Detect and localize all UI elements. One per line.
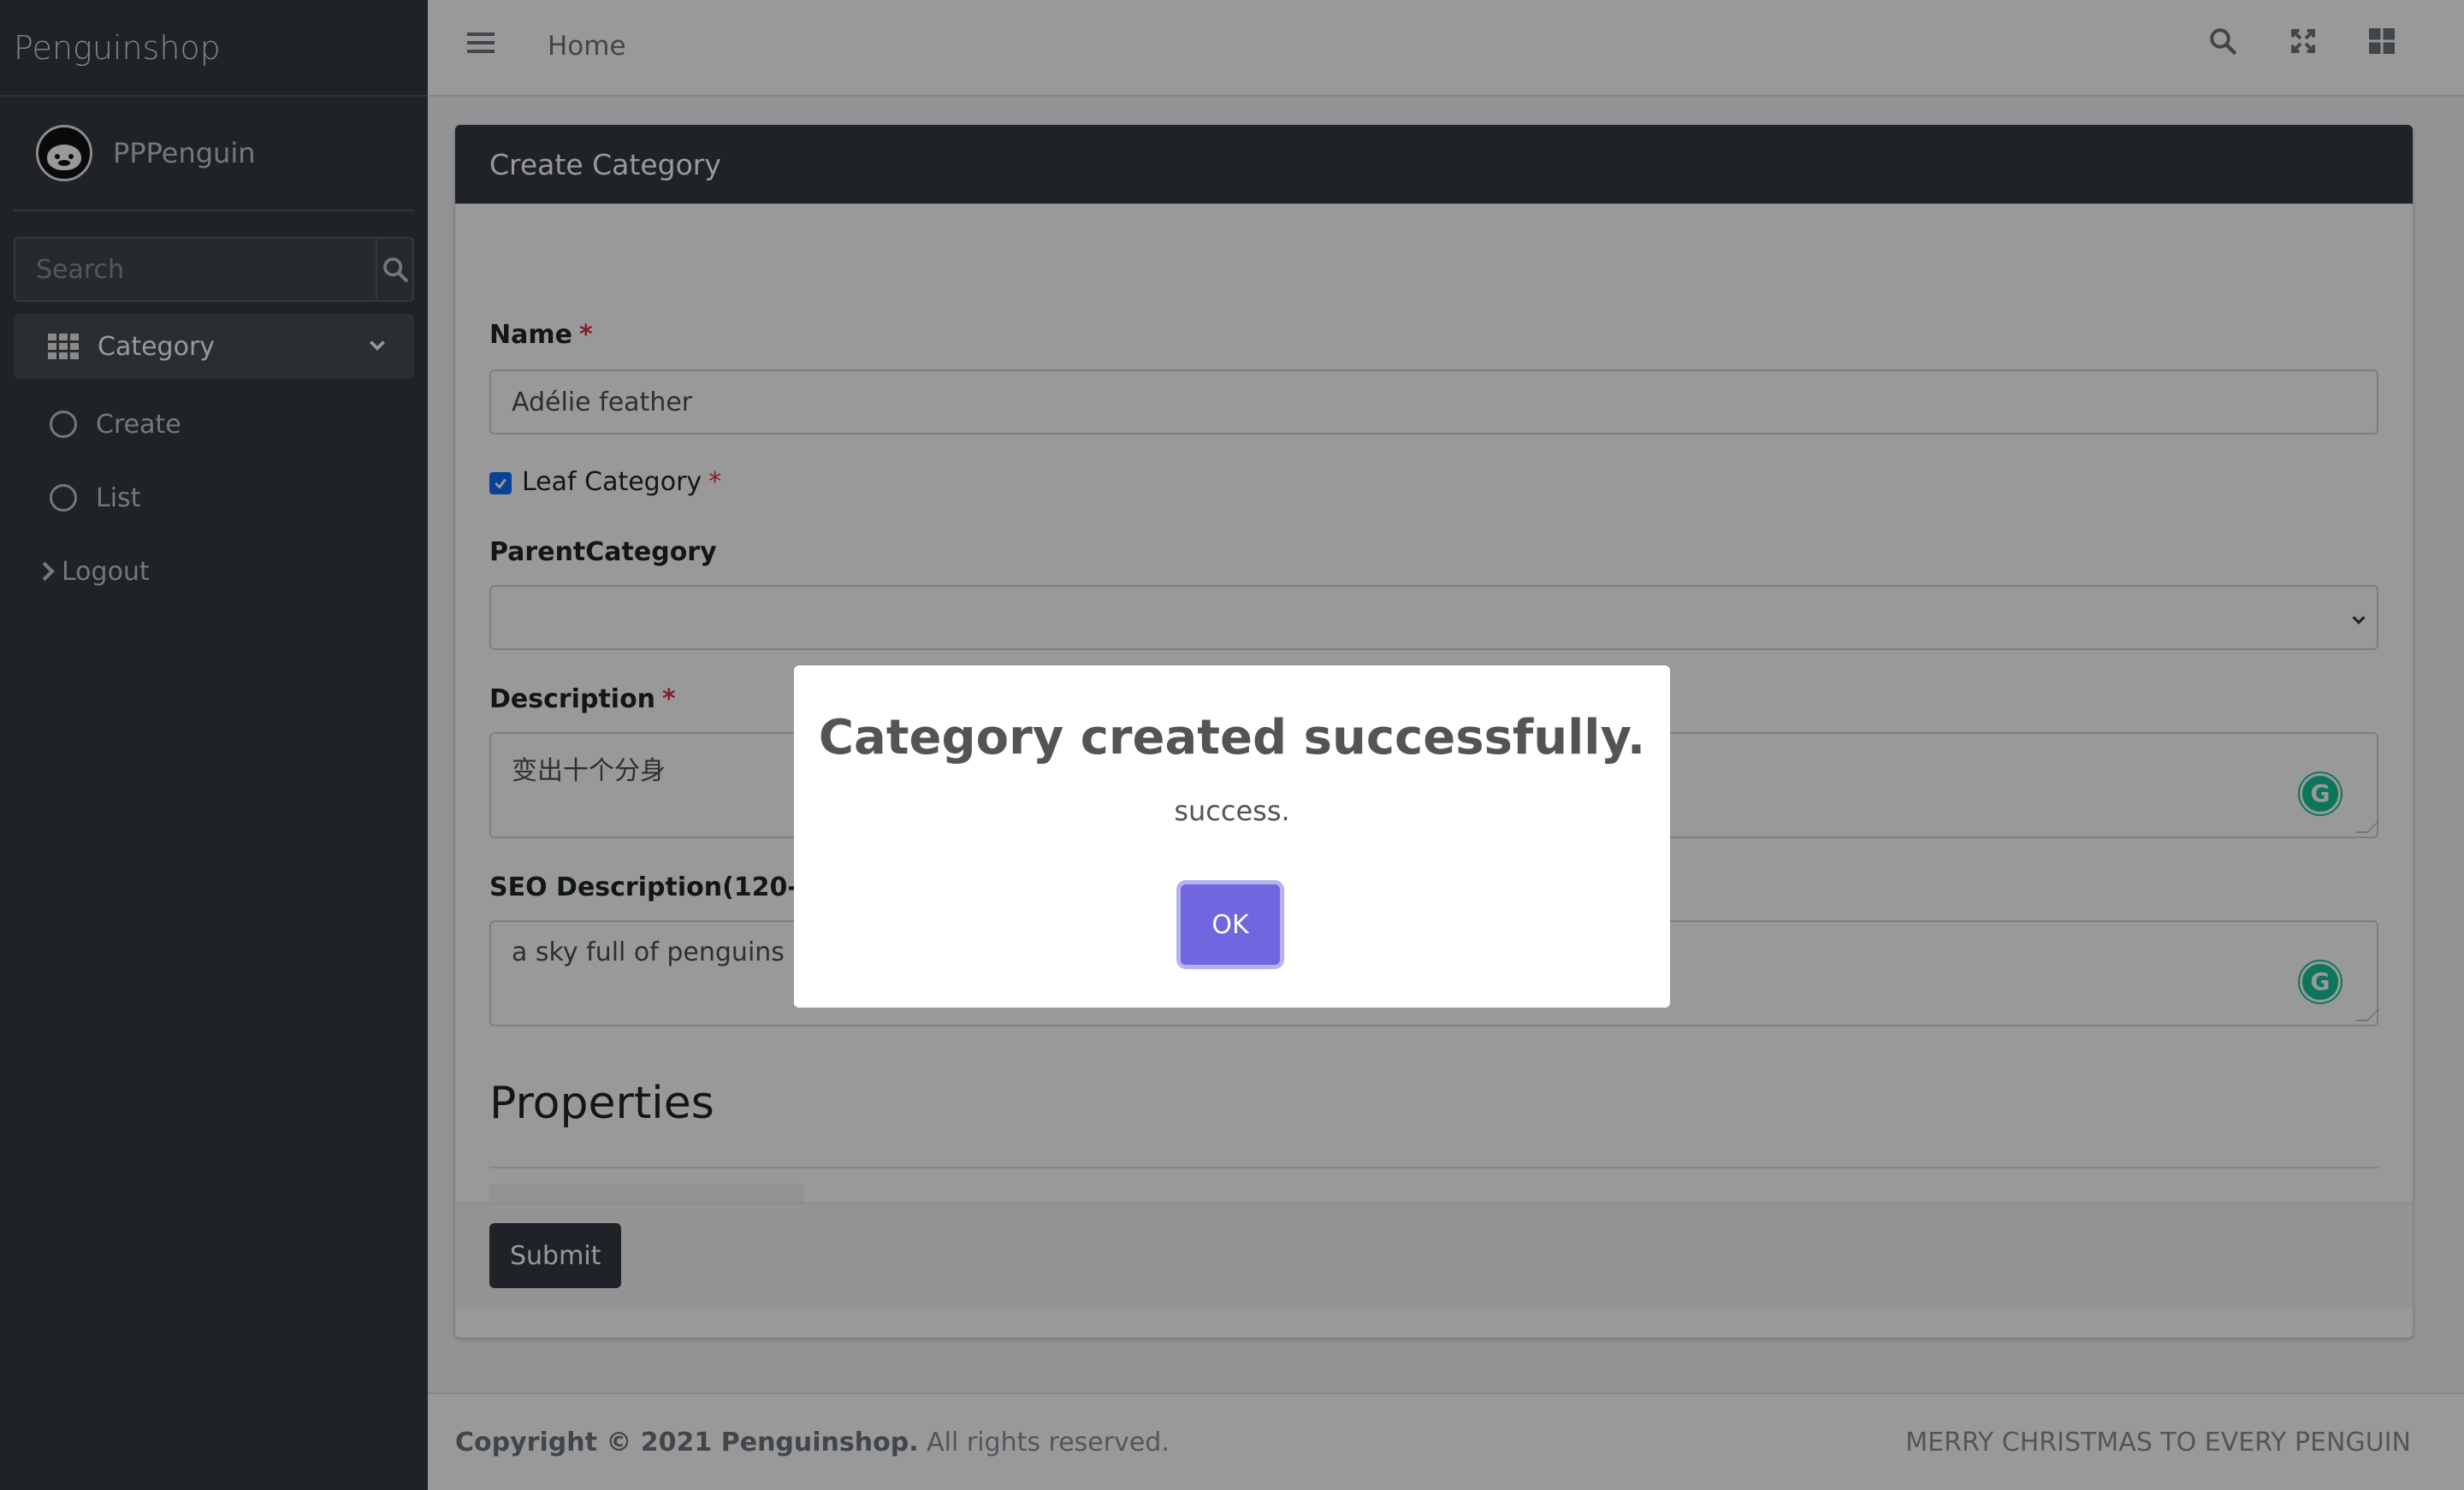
ok-button[interactable]: OK — [1181, 884, 1280, 965]
success-dialog: Category created successfully. success. … — [794, 665, 1670, 1008]
dialog-message: success. — [1174, 795, 1290, 827]
dialog-title: Category created successfully. — [818, 710, 1646, 766]
